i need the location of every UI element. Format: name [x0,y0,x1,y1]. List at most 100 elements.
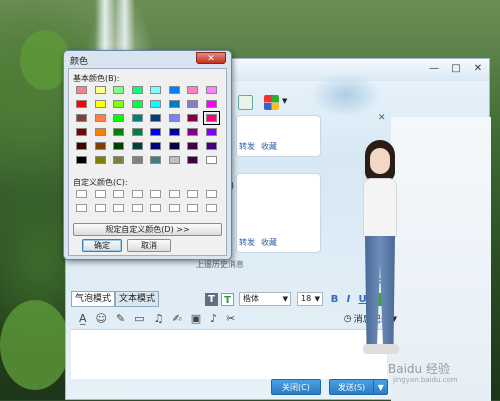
chevron-down-icon[interactable]: ▼ [373,380,387,394]
color-swatch[interactable] [131,86,143,94]
minimize-button[interactable]: — [427,63,441,74]
color-swatch[interactable] [131,100,143,108]
color-swatch[interactable] [94,156,106,164]
color-swatch[interactable] [168,156,180,164]
video-icon[interactable]: ▭ [134,312,144,325]
apps-grid-icon[interactable] [264,95,279,110]
microphone-icon[interactable]: ♫ [154,312,164,325]
color-swatch[interactable] [205,156,217,164]
close-window-button[interactable]: ✕ [471,63,485,74]
color-swatch[interactable] [187,114,198,122]
color-swatch[interactable] [113,156,124,164]
color-swatch[interactable] [113,142,124,150]
custom-color-swatch[interactable] [76,190,87,198]
custom-color-swatch[interactable] [76,204,87,212]
color-swatch[interactable] [94,114,106,122]
color-swatch[interactable] [94,86,106,94]
custom-color-swatch[interactable] [168,204,180,212]
color-swatch[interactable] [94,128,106,136]
maximize-button[interactable]: □ [449,63,463,74]
color-swatch[interactable] [202,111,220,125]
color-swatch[interactable] [76,114,87,122]
color-swatch[interactable] [76,142,87,150]
color-swatch[interactable] [113,114,124,122]
custom-color-swatch[interactable] [131,190,143,198]
text-color-icon[interactable]: T [221,293,234,306]
color-swatch[interactable] [168,114,180,122]
color-swatch[interactable] [168,128,180,136]
italic-button[interactable]: I [342,293,355,306]
close-x-icon[interactable]: ✕ [196,52,226,64]
music-icon[interactable]: ♪ [210,312,217,325]
color-swatch[interactable] [187,156,198,164]
favorite-link[interactable]: 收藏 [261,141,277,152]
color-swatch[interactable] [150,86,161,94]
custom-color-swatch[interactable] [168,190,180,198]
color-swatch[interactable] [205,86,217,94]
text-input-mode-icon[interactable]: A̲ [79,312,87,325]
color-swatch[interactable] [113,128,124,136]
custom-color-swatch[interactable] [131,204,143,212]
custom-color-swatch[interactable] [94,190,106,198]
custom-color-swatch[interactable] [150,204,161,212]
custom-color-swatch[interactable] [150,190,161,198]
forward-link[interactable]: 转发 [239,237,255,248]
favorite-link[interactable]: 收藏 [261,237,277,248]
color-swatch[interactable] [113,86,124,94]
close-button[interactable]: 关闭(C) [271,379,321,395]
custom-color-swatch[interactable] [205,204,217,212]
emoji-icon[interactable]: ☺ [96,312,107,325]
add-app-icon[interactable] [238,95,253,110]
color-swatch[interactable] [113,100,124,108]
color-swatch[interactable] [187,86,198,94]
tab-bubble-mode[interactable]: 气泡模式 [71,291,116,307]
bold-button[interactable]: B [328,293,341,306]
color-swatch[interactable] [150,128,161,136]
color-swatch[interactable] [168,86,180,94]
close-icon[interactable]: ✕ [378,113,386,123]
edit-icon[interactable]: ✍ [173,312,182,325]
custom-color-swatch[interactable] [187,204,198,212]
define-custom-colors-button[interactable]: 规定自定义颜色(D) >> [73,223,222,236]
custom-color-swatch[interactable] [113,190,124,198]
color-swatch[interactable] [205,100,217,108]
chevron-down-icon[interactable]: ▼ [282,97,287,105]
text-format-icon[interactable]: T [205,293,218,306]
color-swatch[interactable] [131,114,143,122]
color-swatch[interactable] [187,100,198,108]
color-swatch[interactable] [76,100,87,108]
color-swatch[interactable] [131,128,143,136]
color-swatch[interactable] [94,100,106,108]
color-swatch[interactable] [150,100,161,108]
custom-color-swatch[interactable] [187,190,198,198]
color-swatch[interactable] [131,142,143,150]
color-swatch[interactable] [76,86,87,94]
custom-color-swatch[interactable] [205,190,217,198]
ok-button[interactable]: 确定 [82,239,122,252]
color-swatch[interactable] [76,156,87,164]
color-swatch[interactable] [187,128,198,136]
font-size-select[interactable]: 18 ▼ [297,292,323,306]
forward-link[interactable]: 转发 [239,141,255,152]
image-icon[interactable]: ▣ [191,312,201,325]
color-swatch[interactable] [150,142,161,150]
color-swatch[interactable] [205,128,217,136]
history-checkbox-label[interactable]: 上遥历史消息 [196,259,244,270]
color-swatch[interactable] [205,142,217,150]
custom-color-swatch[interactable] [113,204,124,212]
color-swatch[interactable] [187,142,198,150]
cancel-button[interactable]: 取消 [127,239,171,252]
magic-icon[interactable]: ✎ [116,312,125,325]
color-swatch[interactable] [131,156,143,164]
scissors-icon[interactable]: ✂ [226,312,235,325]
color-swatch[interactable] [168,100,180,108]
message-input[interactable] [71,329,387,379]
color-swatch[interactable] [94,142,106,150]
color-swatch[interactable] [150,114,161,122]
color-swatch[interactable] [76,128,87,136]
color-swatch[interactable] [168,142,180,150]
custom-color-swatch[interactable] [94,204,106,212]
send-button[interactable]: 发送(S) [330,380,373,394]
tab-text-mode[interactable]: 文本模式 [115,291,160,307]
font-family-select[interactable]: 楷体 ▼ [239,292,291,306]
